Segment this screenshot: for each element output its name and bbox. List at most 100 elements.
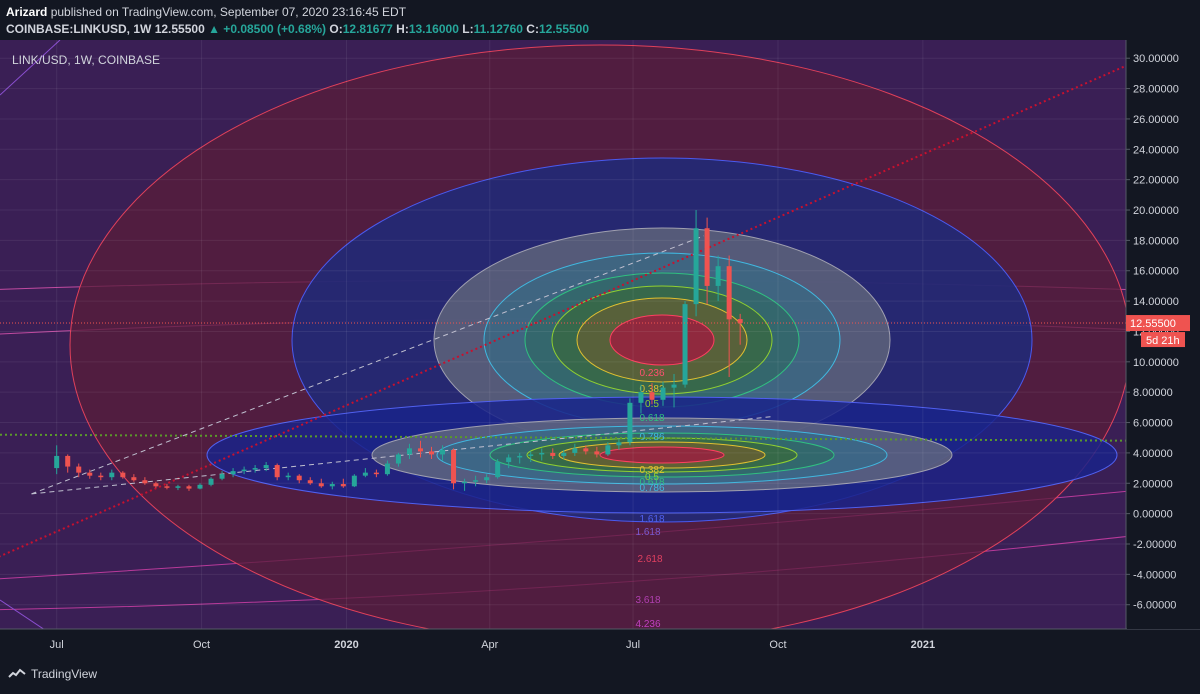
candle-body-32	[406, 448, 412, 455]
candle-body-31	[395, 454, 401, 464]
y-tick-16: -2.00000	[1133, 539, 1176, 551]
candle-body-42	[517, 455, 523, 458]
x-axis-panel[interactable]	[0, 630, 1200, 656]
candle-body-48	[583, 448, 589, 452]
candle-body-11	[175, 486, 181, 488]
candle-body-21	[285, 475, 291, 478]
candle-body-41	[506, 457, 512, 463]
candle-body-50	[605, 445, 611, 455]
candle-body-55	[660, 387, 666, 400]
candle-body-7	[131, 477, 137, 481]
candle-body-20	[274, 465, 280, 478]
candle-body-56	[671, 384, 677, 388]
candle-body-29	[373, 472, 379, 475]
candle-body-15	[219, 474, 225, 479]
fib-lower-label-3: 0.786	[639, 483, 664, 494]
y-tick-15: 0.00000	[1133, 509, 1173, 521]
x-tick-6: 2021	[911, 639, 935, 651]
candle-body-27	[351, 475, 357, 487]
fib-upper-label-3: 0.618	[639, 413, 664, 424]
author-name[interactable]: Arizard	[6, 5, 47, 19]
candle-body-61	[726, 266, 732, 320]
fib-lower-label-7: 3.618	[635, 595, 660, 606]
y-tick-18: -6.00000	[1133, 600, 1176, 612]
candle-body-58	[693, 228, 699, 305]
tradingview-icon	[8, 668, 26, 678]
candle-body-16	[230, 471, 236, 475]
candle-body-3	[87, 472, 93, 476]
publish-info: published on TradingView.com, September …	[50, 5, 407, 19]
price-change: ▲ +0.08500 (+0.68%)	[208, 22, 327, 36]
candle-body-33	[417, 448, 423, 452]
candle-body-57	[682, 304, 688, 385]
y-tick-11: 8.00000	[1133, 387, 1173, 399]
y-tick-7: 16.00000	[1133, 266, 1179, 278]
y-tick-6: 18.00000	[1133, 235, 1179, 247]
y-tick-8: 14.00000	[1133, 296, 1179, 308]
candle-body-45	[550, 452, 556, 456]
candle-body-12	[186, 486, 192, 489]
candle-body-2	[76, 466, 82, 473]
candle-body-18	[252, 468, 258, 470]
countdown-badge: 5d 21h	[1146, 335, 1180, 347]
candle-body-30	[384, 463, 390, 475]
candle-body-14	[208, 478, 214, 485]
candle-body-9	[153, 483, 159, 487]
y-tick-1: 28.00000	[1133, 84, 1179, 96]
candle-body-62	[737, 319, 743, 324]
y-tick-4: 22.00000	[1133, 175, 1179, 187]
close-label: C:	[526, 22, 539, 36]
candle-body-10	[164, 486, 170, 488]
candle-body-23	[307, 480, 313, 484]
ohlc-line: COINBASE:LINKUSD, 1W 12.55500 ▲ +0.08500…	[6, 22, 589, 36]
y-tick-2: 26.00000	[1133, 114, 1179, 126]
candle-body-22	[296, 475, 302, 481]
candle-body-39	[484, 477, 490, 481]
y-tick-3: 24.00000	[1133, 144, 1179, 156]
candle-body-13	[197, 484, 203, 489]
high-label: H:	[396, 22, 409, 36]
candle-body-51	[616, 442, 622, 446]
fib-lower-label-6: 2.618	[637, 554, 662, 565]
x-tick-1: Oct	[193, 639, 210, 651]
candle-body-47	[572, 448, 578, 453]
candle-body-40	[495, 462, 501, 478]
y-tick-13: 4.00000	[1133, 448, 1173, 460]
chart-title: LINK/USD, 1W, COINBASE	[12, 53, 160, 67]
candle-body-60	[715, 266, 721, 286]
candle-body-17	[241, 469, 247, 472]
y-tick-14: 2.00000	[1133, 478, 1173, 490]
high-value: 13.16000	[408, 22, 459, 36]
candle-body-0	[54, 455, 60, 469]
low-value: 11.12760	[473, 22, 523, 36]
candle-body-36	[451, 449, 457, 484]
candle-body-53	[638, 392, 644, 403]
y-tick-5: 20.00000	[1133, 205, 1179, 217]
last-price-badge-value: 12.55500	[1130, 318, 1176, 330]
candle-body-1	[65, 455, 71, 467]
candle-body-35	[440, 449, 446, 455]
candle-body-4	[98, 475, 104, 478]
candle-body-19	[263, 465, 269, 469]
tradingview-brand: TradingView	[31, 667, 98, 681]
last-price: 12.55500	[154, 22, 205, 36]
candle-body-6	[120, 472, 126, 478]
candle-body-8	[142, 480, 148, 484]
candle-body-26	[340, 484, 346, 487]
tradingview-logo[interactable]: TradingView	[8, 667, 97, 681]
candle-body-38	[473, 480, 479, 482]
price-chart[interactable]: 0.236 0.382 0.5 0.618 0.786 0.382 0.5 0.…	[0, 40, 1200, 656]
fib-upper-label-0: 0.236	[639, 368, 664, 379]
candle-body-28	[362, 472, 368, 476]
y-tick-12: 6.00000	[1133, 418, 1173, 430]
chart-header: Arizard published on TradingView.com, Se…	[0, 0, 1200, 40]
candle-body-59	[704, 228, 710, 286]
x-tick-3: Apr	[481, 639, 498, 651]
open-value: 12.81677	[342, 22, 393, 36]
x-tick-0: Jul	[50, 639, 64, 651]
x-tick-2: 2020	[334, 639, 358, 651]
fib-lower-label-8: 4.236	[635, 619, 660, 630]
y-tick-0: 30.00000	[1133, 53, 1179, 65]
candle-body-37	[462, 481, 468, 484]
y-tick-17: -4.00000	[1133, 569, 1176, 581]
